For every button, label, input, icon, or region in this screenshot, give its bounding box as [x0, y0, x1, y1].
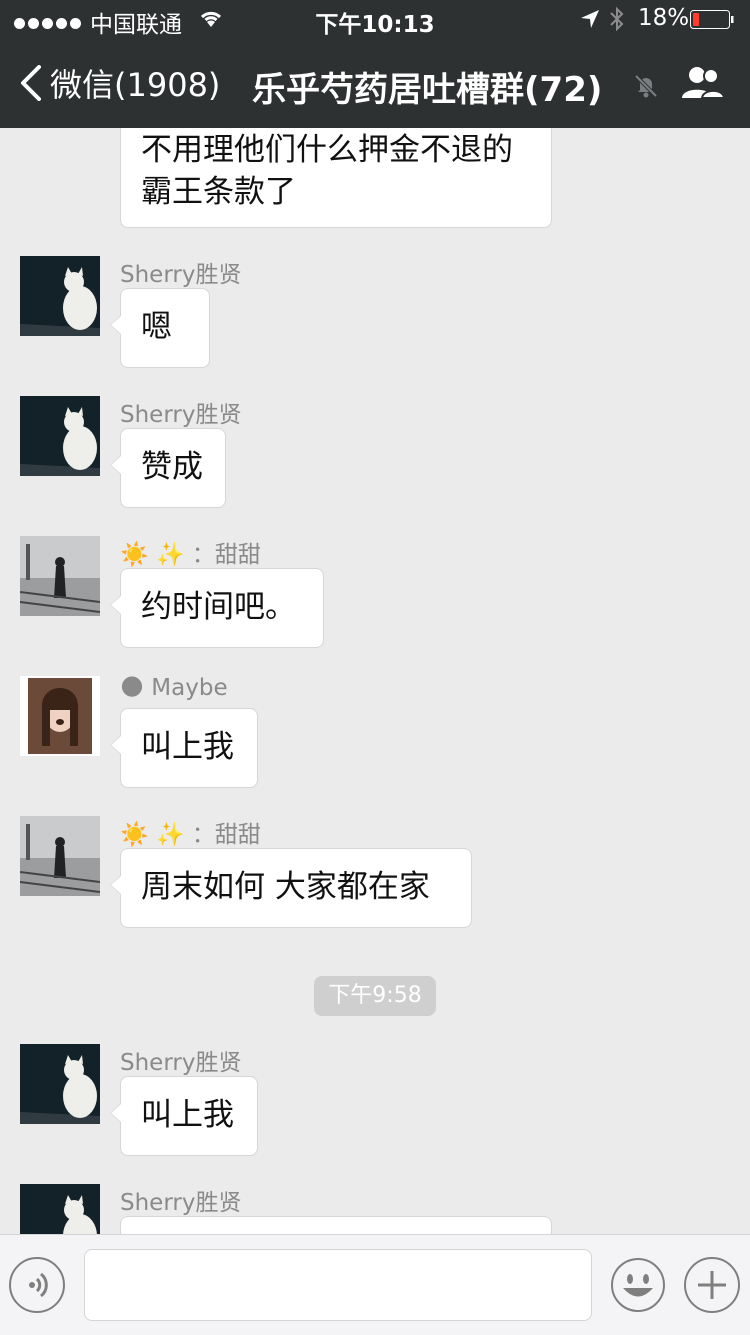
- sender-emoji: ☀️ ✨: [120, 822, 185, 848]
- timestamp-badge: 下午9:58: [314, 976, 436, 1016]
- message-text: 叫上我: [141, 1097, 234, 1133]
- message-text: 叫上我: [141, 729, 234, 765]
- avatar[interactable]: [20, 256, 100, 336]
- nav-bar: 微信(1908) 乐乎芍药居吐槽群(72): [0, 40, 750, 128]
- back-button[interactable]: 微信(1908): [20, 61, 220, 105]
- top-bar: 中国联通 下午10:13 18% 微信(1908) 乐乎芍药居吐槽群(72): [0, 0, 750, 128]
- message-text-line: 不用理他们什么押金不退的: [141, 132, 513, 168]
- message-input[interactable]: [84, 1249, 592, 1321]
- avatar[interactable]: [20, 676, 100, 756]
- cat-avatar-image: [20, 1184, 100, 1234]
- sender-name: Sherry胜贤: [120, 402, 242, 428]
- sender-name: ☀️ ✨ ：甜甜: [120, 542, 261, 568]
- message-text: 嗯: [141, 309, 172, 345]
- selfie-avatar-image: [20, 676, 100, 756]
- cat-avatar-image: [20, 256, 100, 336]
- message-text: 约时间吧。: [141, 589, 296, 625]
- sender-name: Sherry胜贤: [120, 262, 242, 288]
- avatar[interactable]: [20, 1184, 100, 1234]
- avatar[interactable]: [20, 1044, 100, 1124]
- sender-emoji: ☀️ ✨: [120, 542, 185, 568]
- avatar[interactable]: [20, 816, 100, 896]
- input-bar: [0, 1234, 750, 1335]
- seaside-avatar-image: [20, 816, 100, 896]
- message-bubble[interactable]: [120, 1216, 552, 1234]
- message-bubble[interactable]: 约时间吧。: [110, 568, 324, 648]
- cat-avatar-image: [20, 1044, 100, 1124]
- voice-icon: [29, 1272, 48, 1298]
- plus-button[interactable]: [684, 1257, 740, 1313]
- sender-name: Sherry胜贤: [120, 1050, 242, 1076]
- location-icon: [581, 10, 599, 28]
- chat-area[interactable]: 不用理他们什么押金不退的 霸王条款了 Sherry胜贤 嗯 Sherry胜贤 赞…: [0, 128, 750, 1234]
- message-bubble[interactable]: 嗯: [110, 288, 210, 368]
- message-bubble[interactable]: 叫上我: [110, 1076, 258, 1156]
- bluetooth-icon: [610, 6, 624, 32]
- voice-button[interactable]: [9, 1257, 65, 1313]
- emoji-icon[interactable]: [610, 1257, 666, 1313]
- message-text: 周末如何 大家都在家: [141, 869, 430, 905]
- message-bubble[interactable]: 不用理他们什么押金不退的 霸王条款了: [120, 128, 552, 228]
- people-icon[interactable]: [678, 64, 726, 102]
- message-text: 赞成: [141, 449, 203, 485]
- back-chevron-icon: [21, 65, 41, 101]
- message-bubble[interactable]: 叫上我: [110, 708, 258, 788]
- sender-name: ☀️ ✨ ：甜甜: [120, 822, 261, 848]
- message-bubble[interactable]: 周末如何 大家都在家: [110, 848, 472, 928]
- plus-icon: [698, 1271, 726, 1299]
- sender-name: Sherry胜贤: [120, 1190, 242, 1216]
- message-text-line: 霸王条款了: [141, 174, 296, 210]
- cat-avatar-image: [20, 396, 100, 476]
- avatar[interactable]: [20, 536, 100, 616]
- status-bar: 中国联通 下午10:13 18%: [0, 0, 750, 40]
- sender-emoji: 🌑: [120, 675, 144, 701]
- battery-icon: [690, 10, 734, 29]
- battery-percent: 18%: [638, 5, 690, 31]
- back-label: 微信(1908): [50, 66, 221, 104]
- message-bubble[interactable]: 赞成: [110, 428, 226, 508]
- seaside-avatar-image: [20, 536, 100, 616]
- chat-title: 乐乎芍药居吐槽群(72): [252, 70, 603, 110]
- mute-icon: [634, 74, 658, 98]
- avatar[interactable]: [20, 396, 100, 476]
- sender-name: 🌑 Maybe: [120, 675, 228, 701]
